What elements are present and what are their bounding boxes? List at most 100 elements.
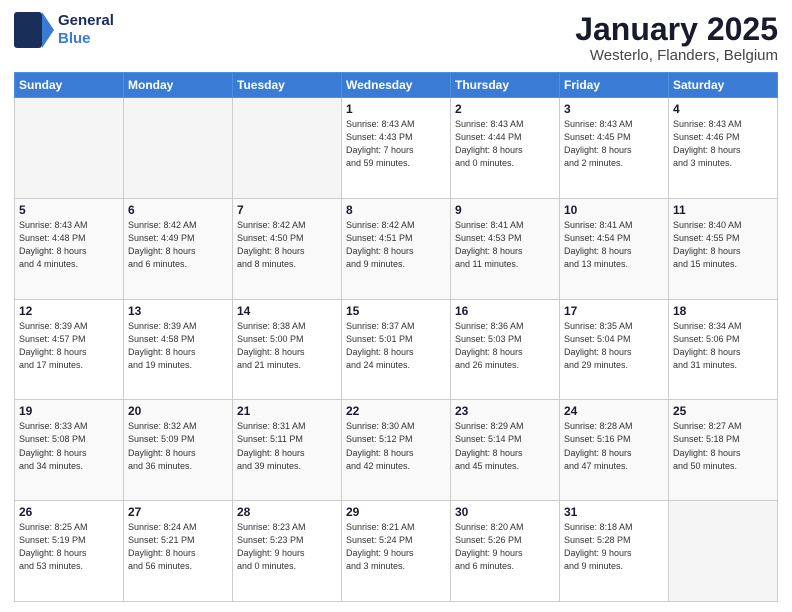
day-info: Sunrise: 8:24 AM Sunset: 5:21 PM Dayligh…	[128, 521, 228, 573]
title-area: January 2025 Westerlo, Flanders, Belgium	[575, 12, 778, 64]
calendar-day-cell: 17 Sunrise: 8:35 AM Sunset: 5:04 PM Dayli…	[560, 299, 669, 400]
day-info: Sunrise: 8:43 AM Sunset: 4:46 PM Dayligh…	[673, 118, 773, 170]
day-number: 25	[673, 404, 773, 418]
day-number: 11	[673, 203, 773, 217]
day-info: Sunrise: 8:34 AM Sunset: 5:06 PM Dayligh…	[673, 320, 773, 372]
calendar-day-cell: 19Sunrise: 8:33 AM Sunset: 5:08 PM Dayli…	[15, 400, 124, 501]
day-info: Sunrise: 8:43 AM Sunset: 4:48 PM Dayligh…	[19, 219, 119, 271]
calendar-day-cell: 1Sunrise: 8:43 AM Sunset: 4:43 PM Daylig…	[342, 98, 451, 199]
calendar-day-cell	[233, 98, 342, 199]
day-info: Sunrise: 8:32 AM Sunset: 5:09 PM Dayligh…	[128, 420, 228, 472]
calendar-day-cell: 9 Sunrise: 8:41 AM Sunset: 4:53 PM Daylig…	[451, 198, 560, 299]
weekday-header-sunday: Sunday	[15, 73, 124, 98]
day-number: 2	[455, 102, 555, 116]
day-number: 24	[564, 404, 664, 418]
calendar-week-row: 19Sunrise: 8:33 AM Sunset: 5:08 PM Dayli…	[15, 400, 778, 501]
day-number: 30	[455, 505, 555, 519]
day-info: Sunrise: 8:41 AM Sunset: 4:54 PM Dayligh…	[564, 219, 664, 271]
calendar-day-cell: 25 Sunrise: 8:27 AM Sunset: 5:18 PM Dayli…	[669, 400, 778, 501]
calendar-day-cell: 2 Sunrise: 8:43 AM Sunset: 4:44 PM Daylig…	[451, 98, 560, 199]
day-info: Sunrise: 8:39 AM Sunset: 4:58 PM Dayligh…	[128, 320, 228, 372]
calendar-day-cell: 14Sunrise: 8:38 AM Sunset: 5:00 PM Dayli…	[233, 299, 342, 400]
day-info: Sunrise: 8:36 AM Sunset: 5:03 PM Dayligh…	[455, 320, 555, 372]
calendar-day-cell	[15, 98, 124, 199]
day-number: 8	[346, 203, 446, 217]
calendar-day-cell: 15 Sunrise: 8:37 AM Sunset: 5:01 PM Dayli…	[342, 299, 451, 400]
day-info: Sunrise: 8:27 AM Sunset: 5:18 PM Dayligh…	[673, 420, 773, 472]
logo-icon	[14, 12, 54, 48]
logo-area: General Blue	[14, 12, 114, 48]
day-info: Sunrise: 8:37 AM Sunset: 5:01 PM Dayligh…	[346, 320, 446, 372]
day-info: Sunrise: 8:40 AM Sunset: 4:55 PM Dayligh…	[673, 219, 773, 271]
day-number: 12	[19, 304, 119, 318]
calendar-week-row: 26Sunrise: 8:25 AM Sunset: 5:19 PM Dayli…	[15, 501, 778, 602]
calendar-day-cell: 7 Sunrise: 8:42 AM Sunset: 4:50 PM Daylig…	[233, 198, 342, 299]
day-info: Sunrise: 8:21 AM Sunset: 5:24 PM Dayligh…	[346, 521, 446, 573]
day-info: Sunrise: 8:42 AM Sunset: 4:50 PM Dayligh…	[237, 219, 337, 271]
day-number: 21	[237, 404, 337, 418]
day-info: Sunrise: 8:41 AM Sunset: 4:53 PM Dayligh…	[455, 219, 555, 271]
calendar-day-cell: 8 Sunrise: 8:42 AM Sunset: 4:51 PM Daylig…	[342, 198, 451, 299]
calendar-day-cell: 3Sunrise: 8:43 AM Sunset: 4:45 PM Daylig…	[560, 98, 669, 199]
day-number: 16	[455, 304, 555, 318]
weekday-header-saturday: Saturday	[669, 73, 778, 98]
day-number: 27	[128, 505, 228, 519]
calendar-day-cell: 4 Sunrise: 8:43 AM Sunset: 4:46 PM Daylig…	[669, 98, 778, 199]
day-number: 28	[237, 505, 337, 519]
day-info: Sunrise: 8:20 AM Sunset: 5:26 PM Dayligh…	[455, 521, 555, 573]
day-info: Sunrise: 8:18 AM Sunset: 5:28 PM Dayligh…	[564, 521, 664, 573]
day-info: Sunrise: 8:38 AM Sunset: 5:00 PM Dayligh…	[237, 320, 337, 372]
calendar-day-cell: 24 Sunrise: 8:28 AM Sunset: 5:16 PM Dayli…	[560, 400, 669, 501]
calendar-day-cell: 11 Sunrise: 8:40 AM Sunset: 4:55 PM Dayli…	[669, 198, 778, 299]
calendar-day-cell: 20Sunrise: 8:32 AM Sunset: 5:09 PM Dayli…	[124, 400, 233, 501]
calendar-day-cell: 18 Sunrise: 8:34 AM Sunset: 5:06 PM Dayli…	[669, 299, 778, 400]
weekday-header-thursday: Thursday	[451, 73, 560, 98]
calendar-day-cell: 5 Sunrise: 8:43 AM Sunset: 4:48 PM Daylig…	[15, 198, 124, 299]
day-number: 10	[564, 203, 664, 217]
day-number: 5	[19, 203, 119, 217]
day-number: 4	[673, 102, 773, 116]
day-number: 3	[564, 102, 664, 116]
weekday-header-tuesday: Tuesday	[233, 73, 342, 98]
day-number: 18	[673, 304, 773, 318]
logo-line2: Blue	[58, 30, 114, 48]
day-number: 26	[19, 505, 119, 519]
day-info: Sunrise: 8:23 AM Sunset: 5:23 PM Dayligh…	[237, 521, 337, 573]
calendar-subtitle: Westerlo, Flanders, Belgium	[575, 47, 778, 64]
day-number: 15	[346, 304, 446, 318]
weekday-header-friday: Friday	[560, 73, 669, 98]
calendar-day-cell: 28 Sunrise: 8:23 AM Sunset: 5:23 PM Dayli…	[233, 501, 342, 602]
calendar-week-row: 5 Sunrise: 8:43 AM Sunset: 4:48 PM Daylig…	[15, 198, 778, 299]
logo-graphic	[14, 12, 54, 48]
weekday-header-wednesday: Wednesday	[342, 73, 451, 98]
header: General Blue January 2025 Westerlo, Flan…	[14, 12, 778, 64]
calendar-day-cell: 27 Sunrise: 8:24 AM Sunset: 5:21 PM Dayli…	[124, 501, 233, 602]
day-number: 23	[455, 404, 555, 418]
day-info: Sunrise: 8:42 AM Sunset: 4:51 PM Dayligh…	[346, 219, 446, 271]
calendar-day-cell: 10 Sunrise: 8:41 AM Sunset: 4:54 PM Dayli…	[560, 198, 669, 299]
day-info: Sunrise: 8:29 AM Sunset: 5:14 PM Dayligh…	[455, 420, 555, 472]
calendar-day-cell: 21Sunrise: 8:31 AM Sunset: 5:11 PM Dayli…	[233, 400, 342, 501]
calendar-day-cell: 16 Sunrise: 8:36 AM Sunset: 5:03 PM Dayli…	[451, 299, 560, 400]
day-number: 17	[564, 304, 664, 318]
calendar-day-cell	[124, 98, 233, 199]
day-info: Sunrise: 8:35 AM Sunset: 5:04 PM Dayligh…	[564, 320, 664, 372]
day-number: 29	[346, 505, 446, 519]
day-info: Sunrise: 8:43 AM Sunset: 4:43 PM Dayligh…	[346, 118, 446, 170]
day-number: 9	[455, 203, 555, 217]
calendar-day-cell: 6Sunrise: 8:42 AM Sunset: 4:49 PM Daylig…	[124, 198, 233, 299]
day-info: Sunrise: 8:42 AM Sunset: 4:49 PM Dayligh…	[128, 219, 228, 271]
calendar-header: SundayMondayTuesdayWednesdayThursdayFrid…	[15, 73, 778, 98]
day-info: Sunrise: 8:28 AM Sunset: 5:16 PM Dayligh…	[564, 420, 664, 472]
day-number: 22	[346, 404, 446, 418]
calendar-day-cell: 30 Sunrise: 8:20 AM Sunset: 5:26 PM Dayli…	[451, 501, 560, 602]
calendar-day-cell: 23 Sunrise: 8:29 AM Sunset: 5:14 PM Dayli…	[451, 400, 560, 501]
day-info: Sunrise: 8:39 AM Sunset: 4:57 PM Dayligh…	[19, 320, 119, 372]
calendar-table: SundayMondayTuesdayWednesdayThursdayFrid…	[14, 72, 778, 602]
calendar-day-cell: 29 Sunrise: 8:21 AM Sunset: 5:24 PM Dayli…	[342, 501, 451, 602]
day-number: 7	[237, 203, 337, 217]
calendar-day-cell: 12 Sunrise: 8:39 AM Sunset: 4:57 PM Dayli…	[15, 299, 124, 400]
day-info: Sunrise: 8:43 AM Sunset: 4:44 PM Dayligh…	[455, 118, 555, 170]
logo-text: General Blue	[58, 12, 114, 48]
calendar-week-row: 12 Sunrise: 8:39 AM Sunset: 4:57 PM Dayli…	[15, 299, 778, 400]
